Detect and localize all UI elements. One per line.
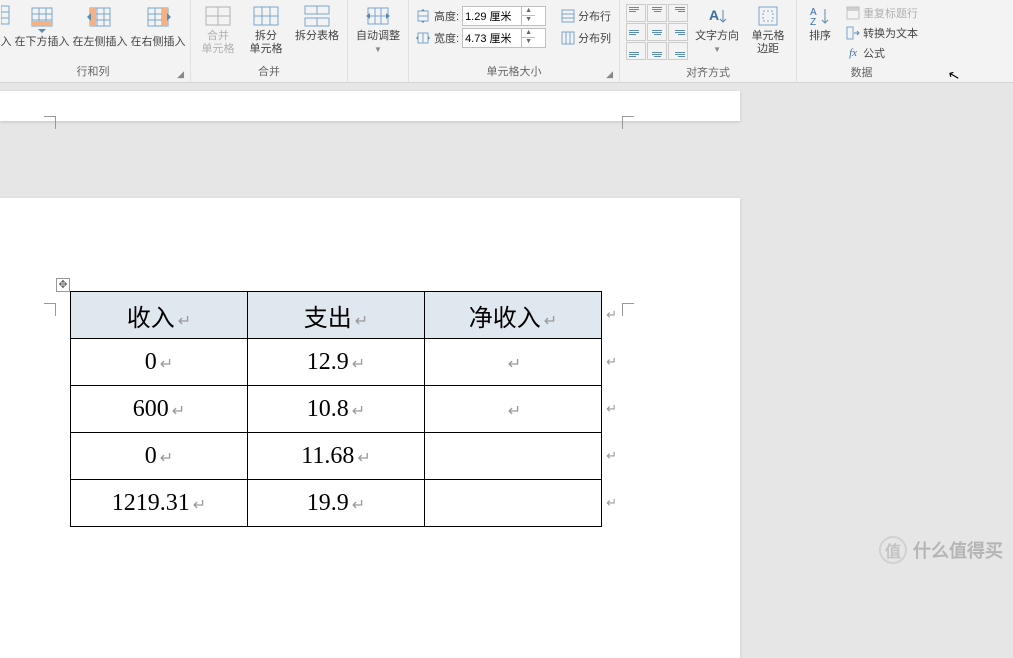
table-header-cell[interactable]: 支出↵ — [248, 292, 425, 339]
table-cell[interactable]: 12.9↵ — [248, 339, 425, 386]
height-label: 高度: — [434, 8, 459, 24]
table-cell[interactable]: 10.8↵ — [248, 386, 425, 433]
merge-cells-button[interactable]: 合并 单元格 — [195, 2, 241, 58]
group-label-alignment: 对齐方式 — [624, 62, 792, 83]
repeat-header-button[interactable]: 重复标题行 — [843, 4, 920, 22]
align-top-center[interactable] — [647, 4, 667, 22]
text-direction-button[interactable]: A 文字方向 ▼ — [692, 2, 742, 58]
group-data: AZ 排序 重复标题行 转换为文本 fx 公式 数据 — [797, 0, 926, 82]
table-row[interactable]: 0↵ 11.68↵ ↵ — [71, 433, 602, 480]
svg-text:Z: Z — [810, 17, 816, 28]
table-cell[interactable]: 19.9↵ — [248, 480, 425, 527]
group-autofit: 自动调整 ▼ . — [348, 0, 409, 82]
height-up-icon[interactable]: ▲ — [522, 7, 535, 16]
group-label-merge: 合并 — [195, 61, 343, 82]
table-cell[interactable]: ↵↵ — [425, 339, 602, 386]
insert-above-button-cut[interactable]: 入 — [0, 2, 12, 51]
cell-size-launcher-icon[interactable]: ◢ — [606, 69, 613, 80]
split-table-button[interactable]: 拆分表格 — [291, 2, 343, 45]
crop-mark-icon — [44, 105, 56, 117]
table-header-row[interactable]: 收入↵ 支出↵ 净收入↵↵ — [71, 292, 602, 339]
cell-margins-button[interactable]: 单元格 边距 — [744, 2, 792, 58]
width-down-icon[interactable]: ▼ — [522, 38, 535, 47]
group-merge: 合并 单元格 拆分 单元格 拆分表格 合并 — [191, 0, 348, 82]
page-previous-bottom[interactable] — [0, 91, 740, 121]
crop-mark-icon — [44, 292, 56, 304]
align-mid-center[interactable] — [647, 23, 667, 41]
align-mid-right[interactable] — [668, 23, 688, 41]
watermark: 值 什么值得买 — [879, 536, 1003, 564]
rows-cols-launcher-icon[interactable]: ◢ — [177, 69, 184, 80]
group-label-data: 数据 — [801, 62, 922, 83]
height-spinner[interactable]: ▲▼ — [462, 6, 546, 26]
distribute-cols-button[interactable]: 分布列 — [558, 28, 613, 48]
document-area: ✥ 收入↵ 支出↵ 净收入↵↵ 0↵ 12.9↵ ↵↵ 600↵ 10.8↵ ↵… — [0, 83, 1013, 572]
table-header-cell[interactable]: 收入↵ — [71, 292, 248, 339]
sort-button[interactable]: AZ 排序 — [801, 2, 839, 45]
table-cell[interactable]: 11.68↵ — [248, 433, 425, 480]
align-bot-center[interactable] — [647, 42, 667, 60]
document-table[interactable]: 收入↵ 支出↵ 净收入↵↵ 0↵ 12.9↵ ↵↵ 600↵ 10.8↵ ↵↵ … — [70, 291, 602, 527]
align-top-left[interactable] — [626, 4, 646, 22]
insert-right-button[interactable]: 在右侧插入 — [130, 2, 186, 51]
width-label: 宽度: — [434, 30, 459, 46]
align-mid-left[interactable] — [626, 23, 646, 41]
crop-mark-icon — [622, 292, 634, 304]
group-label-cell-size: 单元格大小 ◢ — [413, 61, 615, 82]
repeat-header-icon — [845, 5, 861, 21]
height-input[interactable] — [463, 10, 521, 22]
table-row[interactable]: 1219.31↵ 19.9↵ ↵ — [71, 480, 602, 527]
insert-below-button[interactable]: 在下方插入 — [14, 2, 70, 51]
crop-mark-icon — [622, 105, 634, 117]
distribute-rows-button[interactable]: 分布行 — [558, 6, 613, 26]
ribbon: 入 在下方插入 在左侧插入 在右侧插入 行和列 ◢ 合并 单元格 — [0, 0, 1013, 83]
autofit-button[interactable]: 自动调整 ▼ — [352, 2, 404, 58]
table-cell[interactable]: ↵↵ — [425, 386, 602, 433]
row-height-icon — [415, 8, 431, 24]
alignment-grid — [624, 2, 690, 62]
formula-button[interactable]: fx 公式 — [843, 44, 920, 62]
group-rows-cols: 入 在下方插入 在左侧插入 在右侧插入 行和列 ◢ — [0, 0, 191, 82]
distribute-rows-icon — [560, 8, 576, 24]
col-width-icon — [415, 30, 431, 46]
table-header-cell[interactable]: 净收入↵↵ — [425, 292, 602, 339]
split-cells-button[interactable]: 拆分 单元格 — [243, 2, 289, 58]
table-cell[interactable]: 1219.31↵ — [71, 480, 248, 527]
height-down-icon[interactable]: ▼ — [522, 16, 535, 25]
table-cell[interactable]: ↵ — [425, 480, 602, 527]
table-row[interactable]: 0↵ 12.9↵ ↵↵ — [71, 339, 602, 386]
width-spinner[interactable]: ▲▼ — [462, 28, 546, 48]
formula-icon: fx — [845, 45, 861, 61]
watermark-badge-icon: 值 — [879, 536, 907, 564]
svg-text:A: A — [709, 7, 719, 23]
group-label-rows-cols: 行和列 ◢ — [0, 61, 186, 82]
align-top-right[interactable] — [668, 4, 688, 22]
distribute-cols-icon — [560, 30, 576, 46]
table-cell[interactable]: 600↵ — [71, 386, 248, 433]
insert-left-button[interactable]: 在左侧插入 — [72, 2, 128, 51]
width-input[interactable] — [463, 32, 521, 44]
group-cell-size: 高度: ▲▼ 宽度: ▲▼ — [409, 0, 620, 82]
table-cell[interactable]: 0↵ — [71, 339, 248, 386]
convert-to-text-icon — [845, 25, 861, 41]
align-bot-right[interactable] — [668, 42, 688, 60]
table-cell[interactable]: 0↵ — [71, 433, 248, 480]
watermark-text: 什么值得买 — [913, 537, 1003, 563]
table-move-handle-icon[interactable]: ✥ — [56, 278, 70, 292]
convert-to-text-button[interactable]: 转换为文本 — [843, 24, 920, 42]
group-alignment: A 文字方向 ▼ 单元格 边距 对齐方式 — [620, 0, 797, 82]
table-row[interactable]: 600↵ 10.8↵ ↵↵ — [71, 386, 602, 433]
table-cell[interactable]: ↵ — [425, 433, 602, 480]
align-bot-left[interactable] — [626, 42, 646, 60]
width-up-icon[interactable]: ▲ — [522, 29, 535, 38]
